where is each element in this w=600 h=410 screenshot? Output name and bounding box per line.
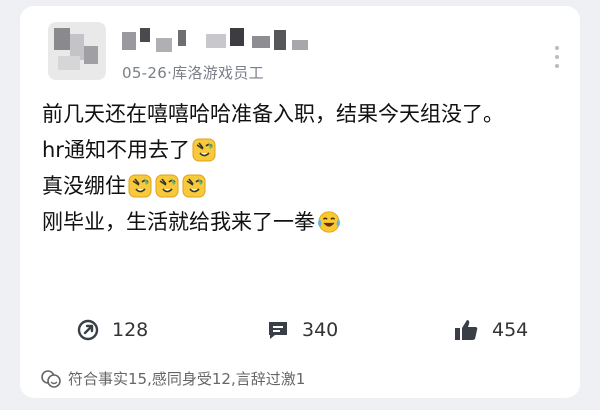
salute-emoji xyxy=(154,173,180,199)
share-button[interactable]: 128 xyxy=(76,318,148,342)
post-line: hr通知不用去了 xyxy=(42,138,190,162)
more-icon[interactable] xyxy=(554,46,560,68)
post-line: 前几天还在嘻嘻哈哈准备入职，结果今天组没了。 xyxy=(42,102,504,126)
share-count: 128 xyxy=(112,319,149,341)
thumbs-up-icon xyxy=(455,320,478,340)
post-content: 前几天还在嘻嘻哈哈准备入职，结果今天组没了。 hr通知不用去了 真没绷住 刚毕业… xyxy=(42,96,562,240)
like-button[interactable]: 454 xyxy=(454,318,528,342)
reaction-text: 符合事实15,感同身受12,言辞过激1 xyxy=(68,370,306,388)
share-icon xyxy=(77,319,99,341)
post-line: 真没绷住 xyxy=(42,174,126,198)
comment-icon xyxy=(269,322,287,339)
laughing-tears-emoji xyxy=(316,209,342,235)
reaction-summary[interactable]: 符合事实15,感同身受12,言辞过激1 xyxy=(40,368,305,389)
action-bar: 128 340 454 xyxy=(20,312,580,352)
post-line-row: hr通知不用去了 xyxy=(42,132,562,168)
reaction-icon xyxy=(41,369,61,388)
comment-button[interactable]: 340 xyxy=(266,318,338,342)
like-count: 454 xyxy=(492,319,529,341)
post-line-row: 刚毕业，生活就给我来了一拳 xyxy=(42,204,562,240)
avatar-blurred[interactable] xyxy=(48,22,106,80)
comment-count: 340 xyxy=(302,319,339,341)
salute-emoji xyxy=(127,173,153,199)
post-line: 刚毕业，生活就给我来了一拳 xyxy=(42,210,315,234)
salute-emoji xyxy=(191,137,217,163)
salute-emoji xyxy=(181,173,207,199)
username-blurred[interactable] xyxy=(122,28,312,54)
post-line-row: 真没绷住 xyxy=(42,168,562,204)
post-card: 05-26·库洛游戏员工 前几天还在嘻嘻哈哈准备入职，结果今天组没了。 hr通知… xyxy=(20,6,580,398)
post-meta: 05-26·库洛游戏员工 xyxy=(122,64,264,82)
